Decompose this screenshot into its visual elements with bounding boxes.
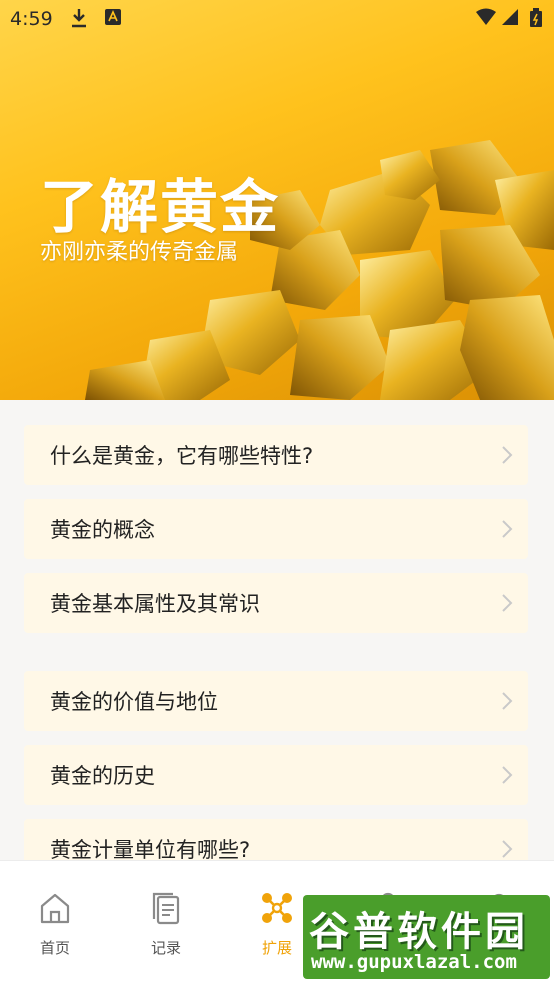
watermark-logo: 谷普软件园 www.gupuxlazal.com (303, 895, 550, 979)
tab-home[interactable]: 首页 (0, 861, 110, 985)
chevron-right-icon (502, 840, 513, 858)
list-item-label: 黄金计量单位有哪些? (50, 838, 251, 860)
tab-records[interactable]: 记录 (111, 861, 221, 985)
status-bar: 4:59 (0, 0, 554, 38)
tab-home-label: 首页 (39, 939, 70, 957)
list-item-label: 黄金的历史 (50, 764, 155, 788)
watermark-text: 谷普软件园 (309, 909, 529, 955)
wifi-icon (475, 8, 497, 31)
watermark-url: www.gupuxlazal.com (311, 951, 517, 973)
list-item-label: 黄金的价值与地位 (50, 690, 218, 714)
topic-list: 什么是黄金，它有哪些特性? 黄金的概念 黄金基本属性及其常识 黄金的价值与地位 … (0, 400, 554, 860)
list-item-label: 黄金的概念 (50, 518, 155, 542)
signal-icon (501, 8, 519, 31)
chevron-right-icon (502, 594, 513, 612)
hero-title: 了解黄金 (40, 173, 281, 241)
app-notification-icon (104, 8, 122, 31)
hero-banner: 4:59 了解黄金 亦刚亦柔的传奇金属 (0, 0, 554, 400)
chevron-right-icon (502, 520, 513, 538)
home-icon (40, 893, 70, 924)
list-item-label: 黄金基本属性及其常识 (50, 592, 260, 616)
list-item[interactable]: 黄金计量单位有哪些? (24, 819, 528, 860)
tab-records-label: 记录 (150, 939, 181, 957)
list-item[interactable]: 黄金的价值与地位 (24, 671, 528, 731)
list-item-label: 什么是黄金，它有哪些特性? (50, 444, 314, 468)
list-item[interactable]: 黄金的概念 (24, 499, 528, 559)
list-item[interactable]: 什么是黄金，它有哪些特性? (24, 425, 528, 485)
status-time: 4:59 (10, 8, 53, 30)
list-item[interactable]: 黄金基本属性及其常识 (24, 573, 528, 633)
records-icon (152, 892, 180, 925)
battery-icon (529, 8, 543, 33)
chevron-right-icon (502, 766, 513, 784)
chevron-right-icon (502, 692, 513, 710)
list-item[interactable]: 黄金的历史 (24, 745, 528, 805)
hero-subtitle: 亦刚亦柔的传奇金属 (40, 240, 239, 265)
network-icon (262, 893, 292, 923)
download-icon (70, 8, 88, 33)
chevron-right-icon (502, 446, 513, 464)
